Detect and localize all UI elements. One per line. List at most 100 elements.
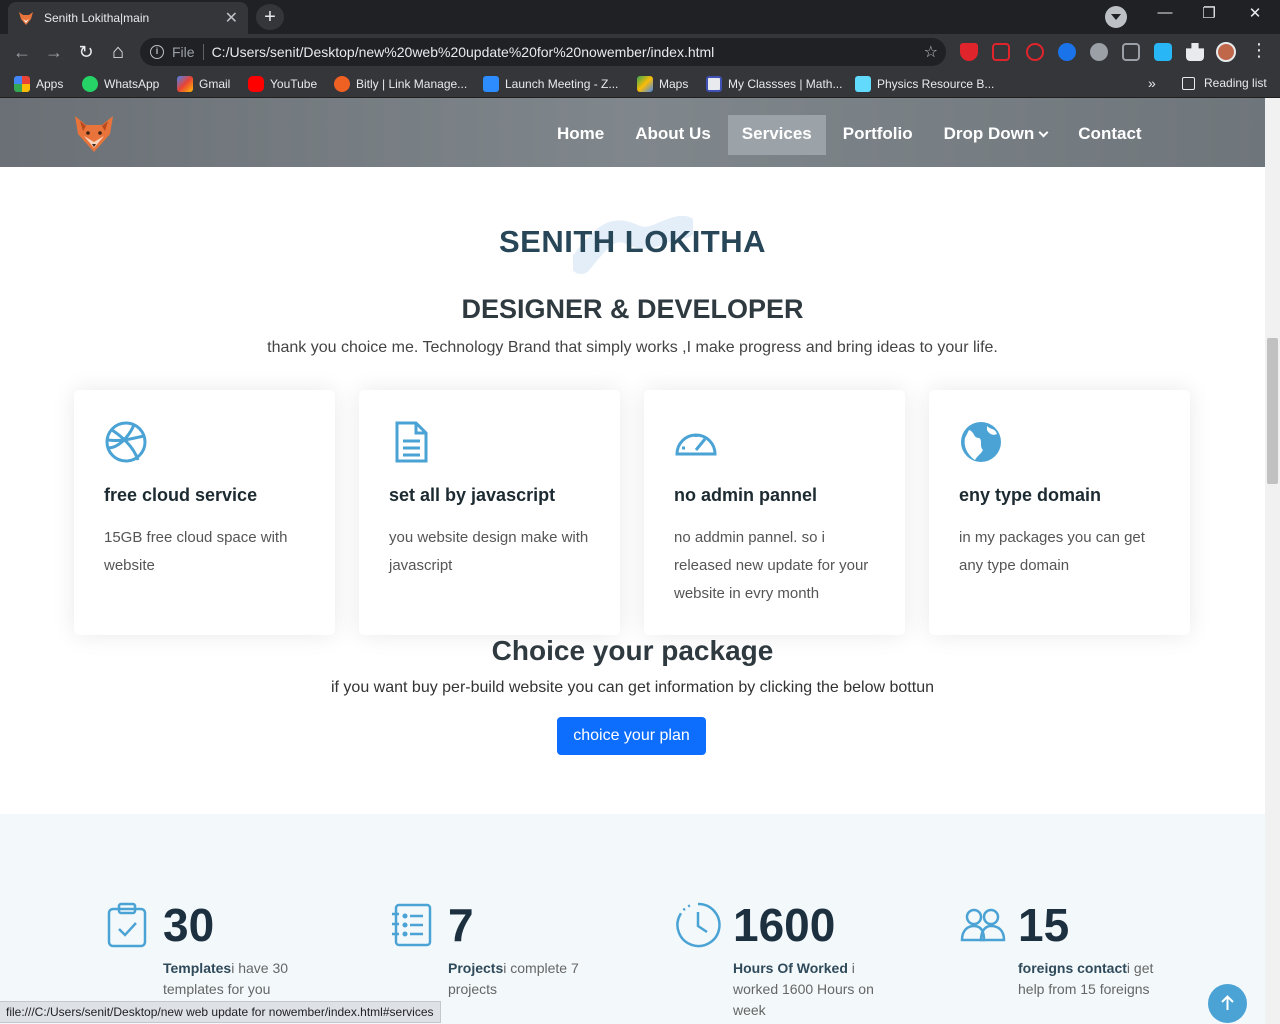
nav-services[interactable]: Services — [727, 115, 826, 155]
service-text: in my packages you can get any type doma… — [959, 529, 1145, 574]
service-title: no admin pannel — [674, 485, 818, 505]
bookmark-star-icon[interactable]: ☆ — [924, 42, 938, 62]
reload-button[interactable]: ↻ — [74, 40, 98, 64]
classes-icon — [706, 76, 722, 92]
fox-logo-icon[interactable] — [73, 112, 115, 154]
nav-drop-down-label: Drop Down — [943, 124, 1035, 143]
status-bar-url: file:///C:/Users/senit/Desktop/new web u… — [0, 1001, 441, 1023]
hero-subtitle: DESIGNER & DEVELOPER — [461, 294, 804, 324]
service-card: eny type domain in my packages you can g… — [929, 390, 1190, 635]
new-tab-button[interactable]: + — [256, 4, 284, 30]
browser-toolbar: ← → ↻ ⌂ i File C:/Users/senit/Desktop/ne… — [0, 34, 1280, 70]
stat-number: 7 — [448, 899, 474, 951]
back-button[interactable]: ← — [10, 40, 34, 64]
cart-extension-icon[interactable] — [992, 43, 1010, 61]
service-text: 15GB free cloud space with website — [104, 529, 288, 574]
home-button[interactable]: ⌂ — [106, 40, 130, 64]
package-description: if you want buy per-build website you ca… — [330, 679, 934, 696]
maps-icon — [637, 76, 653, 92]
bookmark-classes[interactable]: My Classses | Math... — [706, 76, 842, 92]
tab-search-icon[interactable] — [1105, 6, 1127, 28]
bookmark-label: Launch Meeting - Z... — [505, 77, 619, 91]
back-to-top-button[interactable] — [1208, 984, 1247, 1023]
minimize-button[interactable]: — — [1142, 4, 1188, 21]
nav-contact[interactable]: Contact — [1064, 115, 1155, 155]
bookmark-gmail[interactable]: Gmail — [177, 76, 230, 92]
service-text: you website design make with javascript — [389, 529, 589, 574]
reading-list-label: Reading list — [1204, 76, 1267, 90]
stat-label: Templates — [163, 960, 232, 976]
bookmark-label: Gmail — [199, 77, 231, 91]
bookmarks-overflow-icon[interactable]: » — [1148, 75, 1156, 91]
document-icon — [395, 421, 428, 463]
send-extension-icon[interactable] — [1154, 43, 1172, 61]
globe-icon — [961, 422, 1001, 462]
forward-button[interactable]: → — [42, 40, 66, 64]
stat-number: 1600 — [733, 899, 836, 951]
stat-number: 15 — [1018, 899, 1070, 951]
choice-plan-button[interactable]: choice your plan — [557, 717, 706, 755]
nav-home[interactable]: Home — [543, 115, 618, 155]
bookmark-whatsapp[interactable]: WhatsApp — [82, 76, 159, 92]
nav-portfolio[interactable]: Portfolio — [829, 115, 927, 155]
main-nav: Home About Us Services Portfolio Drop Do… — [540, 115, 1156, 155]
profile-avatar[interactable] — [1216, 42, 1236, 62]
hero-description: thank you choice me. Technology Brand th… — [267, 339, 998, 356]
url-text[interactable]: C:/Users/senit/Desktop/new%20web%20updat… — [212, 44, 924, 60]
browser-tab[interactable]: Senith Lokitha|main ✕ — [8, 2, 248, 34]
whatsapp-icon — [82, 76, 98, 92]
lock-extension-icon[interactable] — [1026, 43, 1044, 61]
service-title: eny type domain — [959, 485, 1102, 505]
address-bar[interactable]: i File C:/Users/senit/Desktop/new%20web%… — [140, 38, 946, 66]
bookmark-bitly[interactable]: Bitly | Link Manage... — [334, 76, 467, 92]
stat-label: foreigns contact — [1018, 960, 1127, 976]
reading-list-icon — [1182, 76, 1195, 90]
brave-shield-extension-icon[interactable] — [960, 43, 978, 61]
c-extension-icon[interactable] — [1058, 43, 1076, 61]
bookmark-maps[interactable]: Maps — [637, 76, 688, 92]
tab-close-icon[interactable]: ✕ — [225, 8, 238, 28]
chevron-down-icon — [1038, 127, 1049, 138]
site-header: Home About Us Services Portfolio Drop Do… — [0, 98, 1265, 167]
apps-grid-icon — [14, 76, 30, 92]
clipboard-check-icon — [107, 902, 147, 948]
bookmark-zoom[interactable]: Launch Meeting - Z... — [483, 76, 618, 92]
bookmark-physics[interactable]: Physics Resource B... — [855, 76, 994, 92]
extensions-puzzle-icon[interactable] — [1186, 43, 1204, 61]
bookmark-label: YouTube — [270, 77, 318, 91]
bookmark-label: Apps — [36, 77, 64, 91]
browser-menu-icon[interactable]: ⋮ — [1250, 40, 1268, 61]
restore-button[interactable]: ❐ — [1186, 4, 1232, 22]
stat-number: 30 — [163, 899, 215, 951]
stat-text: Hours Of Worked i worked 1600 Hours on w… — [733, 958, 883, 1021]
nav-drop-down[interactable]: Drop Down — [930, 115, 1062, 155]
stat-text: Templatesi have 30 templates for you — [163, 958, 313, 1000]
scrollbar-thumb[interactable] — [1267, 338, 1278, 484]
grid-extension-icon[interactable] — [1122, 43, 1140, 61]
clock-icon — [676, 902, 721, 948]
page-viewport: Home About Us Services Portfolio Drop Do… — [0, 98, 1265, 1024]
browser-tab-bar: Senith Lokitha|main ✕ + — ❐ ✕ — [0, 0, 1280, 34]
bookmark-label: Physics Resource B... — [877, 77, 995, 91]
bookmark-apps[interactable]: Apps — [14, 76, 63, 92]
people-icon — [960, 908, 1006, 942]
nav-about-us[interactable]: About Us — [621, 115, 725, 155]
page-scrollbar[interactable] — [1265, 98, 1280, 1024]
bookmark-youtube[interactable]: YouTube — [248, 76, 317, 92]
service-title: set all by javascript — [389, 485, 556, 505]
tab-title: Senith Lokitha|main — [44, 11, 150, 25]
zoom-icon — [483, 76, 499, 92]
reading-list-button[interactable]: Reading list — [1182, 76, 1267, 90]
bookmark-label: My Classses | Math... — [728, 77, 843, 91]
stat-label: Projects — [448, 960, 504, 976]
bookmark-label: Maps — [659, 77, 689, 91]
site-info-icon[interactable]: i — [150, 45, 164, 59]
chatgpt-extension-icon[interactable] — [1090, 43, 1108, 61]
stat-text: foreigns contacti get help from 15 forei… — [1018, 958, 1168, 1000]
close-window-button[interactable]: ✕ — [1232, 4, 1278, 22]
stat-text: Projectsi complete 7 projects — [448, 958, 598, 1000]
stat-label: Hours Of Worked — [733, 960, 848, 976]
bookmark-label: Bitly | Link Manage... — [356, 77, 468, 91]
fox-favicon-icon — [19, 12, 33, 25]
speedometer-icon — [675, 433, 717, 456]
